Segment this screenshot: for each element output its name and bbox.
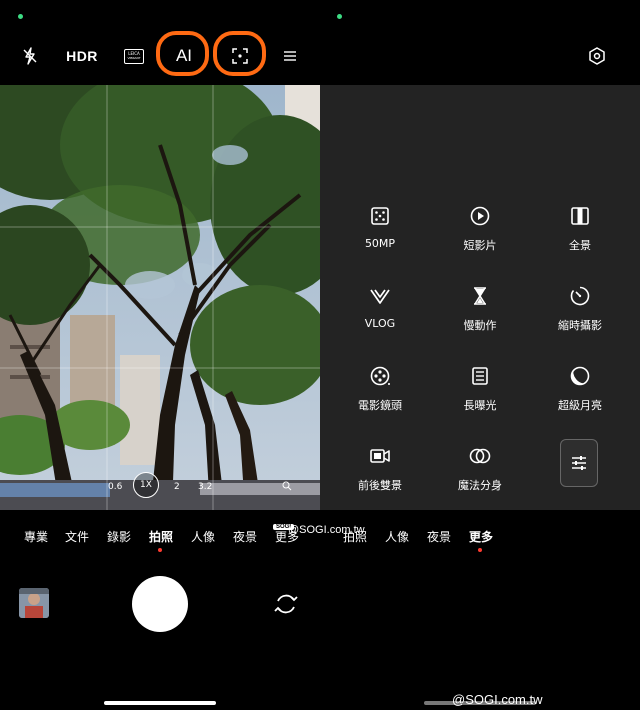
mode-video[interactable]: 錄影 xyxy=(107,528,131,545)
mode-clone[interactable]: 魔法分身 xyxy=(430,445,530,493)
mode-50mp[interactable]: 50MP xyxy=(330,205,430,250)
mode-long-exposure[interactable]: 長曝光 xyxy=(430,365,530,413)
bottom-watermark: @SOGI.com.tw xyxy=(452,692,543,707)
viewfinder-scene xyxy=(0,85,320,510)
mode-portrait[interactable]: 人像 xyxy=(191,528,215,545)
dual-video-icon xyxy=(370,449,390,463)
timelapse-icon xyxy=(570,286,590,306)
mode-photo[interactable]: 拍照 xyxy=(149,528,173,545)
ai-highlight-circle xyxy=(156,31,209,76)
switch-camera-icon xyxy=(274,594,298,614)
flash-toggle[interactable] xyxy=(18,45,42,67)
mode-slow-motion[interactable]: 慢動作 xyxy=(430,285,530,333)
status-dot-left xyxy=(18,14,23,19)
clone-icon xyxy=(469,448,491,464)
mode-timelapse[interactable]: 縮時攝影 xyxy=(530,285,630,333)
mode-portrait-right[interactable]: 人像 xyxy=(385,528,409,545)
switch-camera-button[interactable] xyxy=(272,590,300,618)
scan-highlight-circle xyxy=(213,31,266,76)
mode-super-moon[interactable]: 超級月亮 xyxy=(530,365,630,413)
zoom-1x-label: 1X xyxy=(140,480,152,490)
sliders-icon xyxy=(572,456,586,470)
mode-panorama[interactable]: 全景 xyxy=(530,205,630,253)
zoom-magnify-icon xyxy=(282,481,292,491)
thumbnail-image xyxy=(19,588,49,618)
leica-icon: LEICA VIBRANT xyxy=(124,48,144,64)
mode-dual-video[interactable]: 前後雙景 xyxy=(330,445,430,493)
settings-button[interactable] xyxy=(585,44,609,68)
hourglass-icon xyxy=(474,287,486,305)
panorama-icon xyxy=(571,207,589,225)
megapixel-icon xyxy=(371,207,389,225)
gallery-thumbnail[interactable] xyxy=(19,588,49,618)
zoom-1x-button[interactable]: 1X xyxy=(133,472,159,498)
zoom-2-button[interactable]: 2 xyxy=(174,482,180,492)
vlog-icon xyxy=(370,289,390,304)
mode-night-right[interactable]: 夜景 xyxy=(427,528,451,545)
more-modes-panel: 50MP 短影片 全景 VLOG 慢動作 縮時攝影 電影鏡頭 長曝光 超級月亮 … xyxy=(320,85,640,510)
mode-photo-right[interactable]: 拍照 xyxy=(343,528,367,545)
hdr-button[interactable]: HDR xyxy=(64,44,100,68)
menu-button[interactable] xyxy=(280,45,300,67)
mode-pro[interactable]: 專業 xyxy=(24,528,48,545)
mode-short-video[interactable]: 短影片 xyxy=(430,205,530,253)
status-dot-right xyxy=(337,14,342,19)
mode-document[interactable]: 文件 xyxy=(65,528,89,545)
mode-night[interactable]: 夜景 xyxy=(233,528,257,545)
play-circle-icon xyxy=(470,206,490,226)
mode-more-right[interactable]: 更多 xyxy=(469,528,493,545)
mode-vlog[interactable]: VLOG xyxy=(330,285,430,330)
film-reel-icon xyxy=(370,366,390,386)
camera-viewfinder[interactable]: 0.6 1X 2 3.2 xyxy=(0,85,320,510)
hdr-label: HDR xyxy=(66,48,98,64)
long-exposure-icon xyxy=(472,367,488,385)
settings-hex-icon xyxy=(589,47,605,65)
active-mode-indicator xyxy=(158,548,162,552)
zoom-3-2-button[interactable]: 3.2 xyxy=(198,482,212,492)
shutter-button[interactable] xyxy=(132,576,188,632)
zoom-0-6-button[interactable]: 0.6 xyxy=(108,482,122,492)
edit-modes-button[interactable] xyxy=(560,439,598,487)
active-mode-indicator-right xyxy=(478,548,482,552)
leica-style-button[interactable]: LEICA VIBRANT xyxy=(122,46,146,66)
mode-movie[interactable]: 電影鏡頭 xyxy=(330,365,430,413)
hamburger-icon xyxy=(284,51,296,61)
flash-off-icon xyxy=(23,47,37,65)
moon-icon xyxy=(570,366,590,386)
home-indicator[interactable] xyxy=(104,701,216,705)
